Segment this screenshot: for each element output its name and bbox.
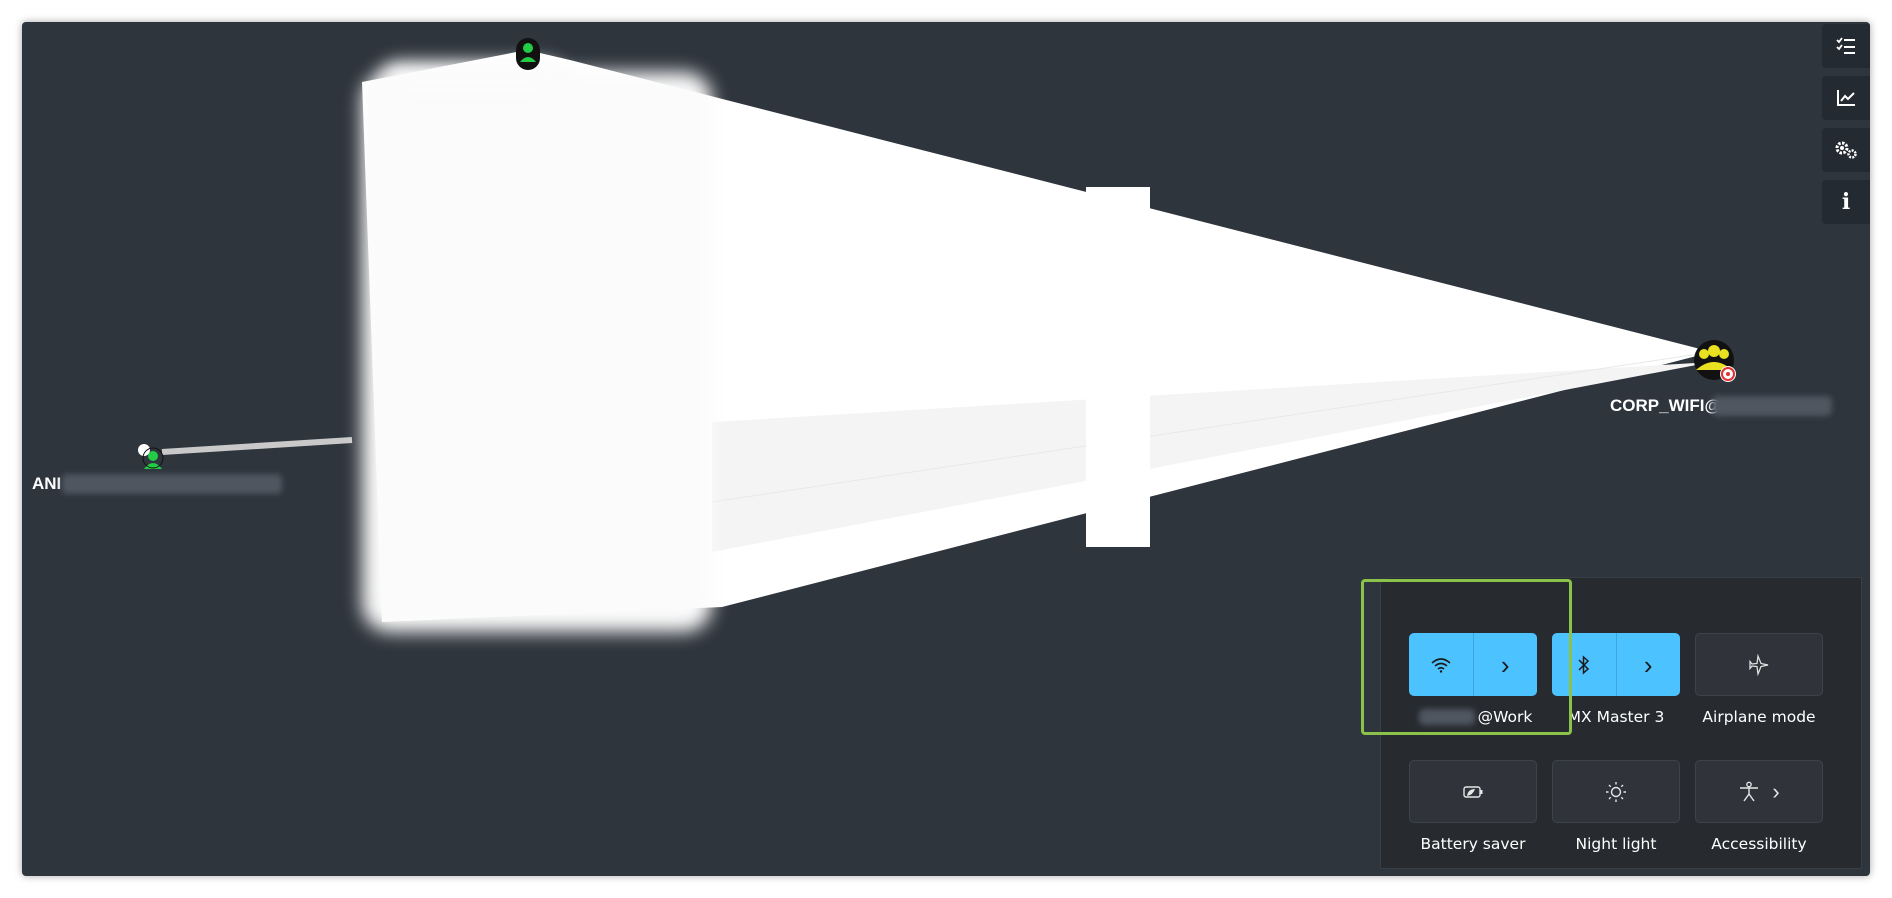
accessibility-icon (1740, 781, 1759, 801)
brightness-icon (1606, 781, 1626, 802)
info-icon: i (1841, 189, 1851, 215)
accessibility-toggle[interactable]: › (1695, 760, 1823, 823)
left-node-icon[interactable] (135, 442, 165, 472)
settings-button[interactable] (1822, 128, 1870, 172)
info-button[interactable]: i (1822, 180, 1870, 224)
wifi-highlight-box (1361, 579, 1572, 735)
edge-label-box (1086, 187, 1150, 547)
accessibility-label: Accessibility (1711, 835, 1807, 853)
chevron-right-icon: › (1643, 649, 1653, 680)
top-node-icon[interactable] (514, 36, 542, 72)
battery-saver-label: Battery saver (1420, 835, 1526, 853)
chart-line-icon (1837, 90, 1855, 106)
airplane-toggle[interactable] (1695, 633, 1823, 696)
battery-saver-toggle[interactable] (1409, 760, 1537, 823)
redacted-text (1712, 396, 1832, 416)
chart-button[interactable] (1822, 76, 1870, 120)
redacted-cluster (362, 72, 712, 632)
chevron-right-icon[interactable]: › (1772, 780, 1779, 803)
night-light-label: Night light (1575, 835, 1657, 853)
bluetooth-expand-button[interactable]: › (1617, 633, 1681, 696)
night-light-toggle[interactable] (1552, 760, 1680, 823)
checklist-button[interactable] (1822, 24, 1870, 68)
bluetooth-icon (1578, 654, 1589, 675)
right-node-label: CORP_WIFI@ (1610, 396, 1722, 415)
battery-saver-icon (1463, 785, 1483, 798)
edge-label: Wireless (1090, 184, 1148, 200)
checklist-icon (1836, 37, 1855, 54)
tile-night-light: Night light (1552, 760, 1680, 853)
redacted-text (62, 474, 282, 494)
airplane-label: Airplane mode (1702, 708, 1816, 726)
tile-airplane: Airplane mode (1695, 633, 1823, 726)
tile-battery-saver: Battery saver (1409, 760, 1537, 853)
tile-accessibility: › Accessibility (1695, 760, 1823, 853)
edge-left (161, 437, 353, 455)
airplane-icon (1749, 653, 1769, 676)
right-toolbar: i (1822, 24, 1870, 232)
gears-icon (1835, 141, 1857, 159)
right-node-icon[interactable] (1692, 340, 1738, 384)
left-node-label: ANI (32, 474, 62, 493)
